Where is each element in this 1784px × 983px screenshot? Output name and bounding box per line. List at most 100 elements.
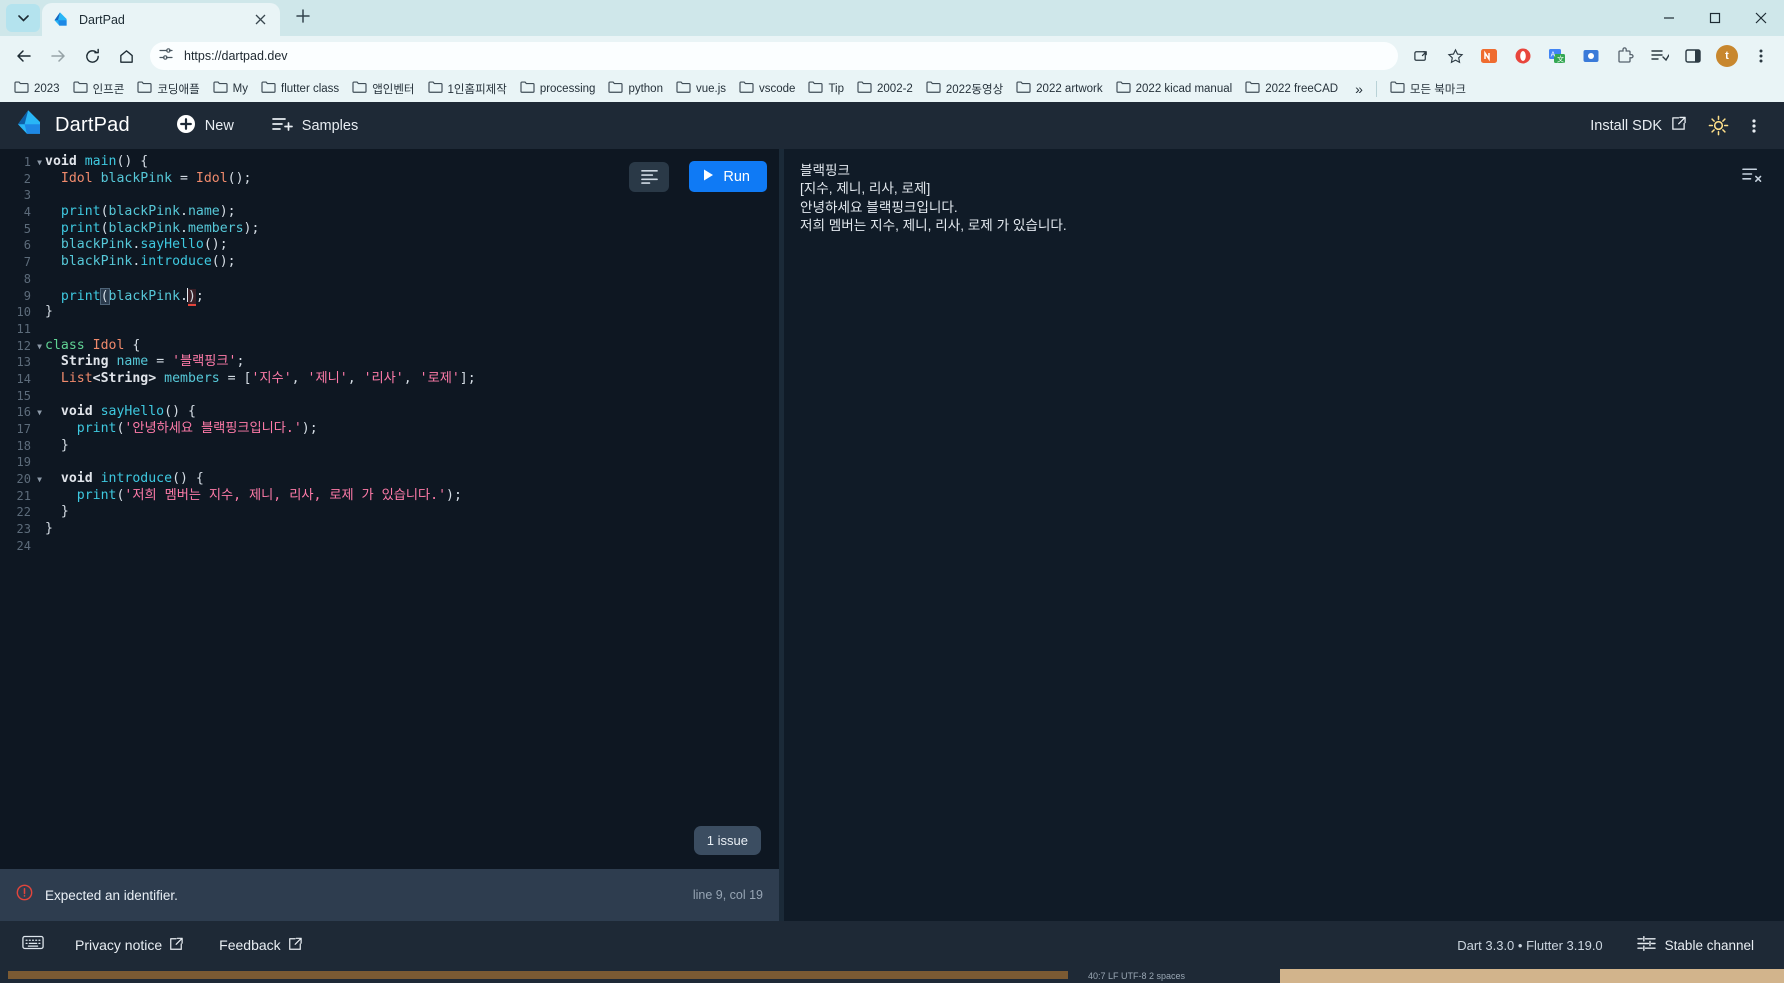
bookmark-folder[interactable]: 2002-2 [851,78,919,100]
code-line[interactable]: 21 print('저희 멤버는 지수, 제니, 리사, 로제 가 있습니다.'… [0,488,779,505]
bookmark-folder[interactable]: 2022동영상 [920,78,1009,100]
reload-icon[interactable] [76,40,108,72]
bookmark-folder[interactable]: 2022 freeCAD [1239,78,1344,100]
bookmark-folder[interactable]: 코딩애플 [131,78,205,100]
code-line[interactable]: 9 print(blackPink.); [0,287,779,306]
new-button-label: New [204,117,234,134]
bookmarks-overflow-button[interactable]: » [1349,79,1369,99]
code-line[interactable]: 8 [0,271,779,288]
code-line[interactable]: 4 print(blackPink.name); [0,204,779,221]
channel-selector[interactable]: Stable channel [1629,930,1762,960]
forward-arrow-icon[interactable] [42,40,74,72]
maximize-icon[interactable] [1692,0,1738,36]
back-arrow-icon[interactable] [8,40,40,72]
tab-search-button[interactable] [6,4,40,32]
bookmark-folder[interactable]: flutter class [255,78,345,100]
code-line[interactable]: 20 ▼ void introduce() { [0,471,779,488]
minimize-icon[interactable] [1646,0,1692,36]
code-line[interactable]: 17 print('안녕하세요 블랙핑크입니다.'); [0,421,779,438]
new-button[interactable]: New [164,108,246,144]
code-line[interactable]: 22 } [0,504,779,521]
install-sdk-button[interactable]: Install SDK [1578,110,1698,141]
close-icon[interactable] [250,10,270,30]
code-line[interactable]: 5 print(blackPink.members); [0,221,779,238]
code-line[interactable]: 23} [0,521,779,538]
code-line[interactable]: 15 [0,388,779,405]
extension-opera-icon[interactable] [1508,41,1538,71]
privacy-notice-label: Privacy notice [75,937,163,953]
new-tab-button[interactable] [288,3,318,33]
code-editor[interactable]: 1 ▼ void main() {2 Idol blackPink = Idol()… [0,149,779,869]
code-token: () { [172,471,204,487]
extension-orange-icon[interactable] [1474,41,1504,71]
all-bookmarks-button[interactable]: 모든 북마크 [1384,78,1472,100]
error-status-bar[interactable]: Expected an identifier. line 9, col 19 [0,869,779,921]
bookmark-folder[interactable]: vscode [733,78,801,100]
bookmark-folder[interactable]: 2022 kicad manual [1110,78,1239,100]
page-title: DartPad [55,114,130,136]
keyboard-icon[interactable] [22,934,44,956]
samples-button[interactable]: Samples [260,109,370,143]
code-line[interactable]: 10} [0,304,779,321]
code-line[interactable]: 6 blackPink.sayHello(); [0,237,779,254]
bookmark-folder[interactable]: 2022 artwork [1010,78,1108,100]
extension-capture-icon[interactable] [1576,41,1606,71]
extension-puzzle-icon[interactable] [1610,41,1640,71]
bookmark-star-icon[interactable] [1440,41,1470,71]
code-token: Idol [92,337,125,353]
bookmark-folder[interactable]: python [602,78,669,100]
fold-arrow-icon[interactable]: ▼ [34,154,45,171]
bookmark-folder[interactable]: vue.js [670,78,732,100]
code-line[interactable]: 11 [0,321,779,338]
address-bar[interactable]: https://dartpad.dev [150,42,1398,70]
code-line[interactable]: 12 ▼ class Idol { [0,338,779,355]
format-code-icon[interactable] [629,161,670,192]
bookmark-folder[interactable]: 앱인벤터 [346,78,420,100]
issue-count-chip[interactable]: 1 issue [693,826,761,855]
console-output[interactable]: 블랙핑크 [지수, 제니, 리사, 로제] 안녕하세요 블랙핑크입니다. 저희 멤버는… [784,149,1784,921]
window-close-icon[interactable] [1738,0,1784,36]
home-icon[interactable] [110,40,142,72]
fold-arrow-icon[interactable]: ▼ [34,338,45,355]
extension-translate-icon[interactable]: A文 [1542,41,1572,71]
code-token: = [ [219,370,252,386]
fold-arrow-icon[interactable]: ▼ [34,404,45,421]
bookmark-folder[interactable]: Tip [802,78,850,100]
line-number: 14 [16,371,31,386]
feedback-link[interactable]: Feedback [210,932,310,959]
chrome-menu-icon[interactable] [1746,41,1776,71]
bookmark-folder[interactable]: 1인홈피제작 [422,78,513,100]
reading-list-icon[interactable] [1644,41,1674,71]
code-line[interactable]: 16 ▼ void sayHello() { [0,404,779,421]
code-token: () { [164,404,196,420]
run-button[interactable]: Run [689,161,767,192]
bookmark-folder[interactable]: 2023 [8,78,66,100]
sun-icon[interactable] [1702,110,1734,142]
code-line[interactable]: 18 } [0,438,779,455]
browser-window: DartPad https://dartpad.dev A 文 t 2023 인… [0,0,1784,983]
privacy-notice-link[interactable]: Privacy notice [66,932,192,959]
fold-arrow-icon[interactable]: ▼ [34,471,45,488]
code-line[interactable]: 13 String name = '블랙핑크'; [0,354,779,371]
address-bar-url[interactable]: https://dartpad.dev [184,49,1390,63]
overflow-chevron-icon: » [1355,81,1363,97]
more-vertical-icon[interactable] [1738,110,1770,142]
bookmark-folder[interactable]: My [207,78,254,100]
browser-tab[interactable]: DartPad [42,3,280,36]
code-line[interactable]: 19 [0,454,779,471]
side-panel-icon[interactable] [1678,41,1708,71]
code-line[interactable]: 7 blackPink.introduce(); [0,254,779,271]
share-icon[interactable] [1406,41,1436,71]
tab-title: DartPad [79,12,125,27]
code-line[interactable]: 24 [0,538,779,555]
code-line[interactable]: 14 List<String> members = ['지수', '제니', '… [0,371,779,388]
horizontal-scrollbar[interactable] [8,971,1068,979]
site-settings-icon[interactable] [158,46,174,67]
clear-console-icon[interactable] [1734,161,1770,189]
bookmark-folder[interactable]: 인프콘 [67,78,131,100]
avatar[interactable]: t [1712,41,1742,71]
bookmark-folder[interactable]: processing [514,78,602,100]
